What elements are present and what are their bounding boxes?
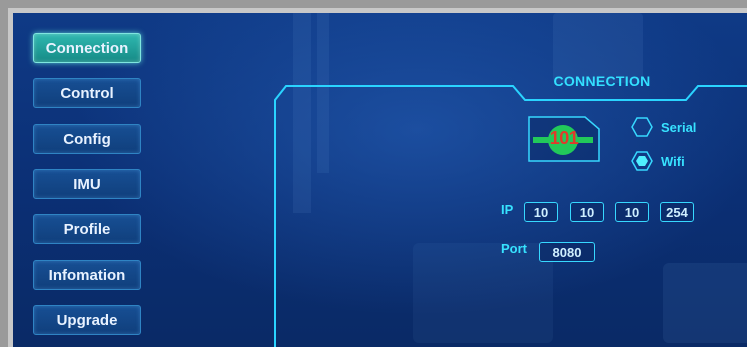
device-logo: 101 (527, 115, 601, 163)
wifi-radio[interactable]: Wifi (631, 151, 685, 171)
connection-panel-frame (274, 85, 747, 347)
ip-octet-3-field[interactable]: 10 (615, 202, 649, 222)
port-field[interactable]: 8080 (539, 242, 595, 262)
serial-radio-icon (631, 117, 653, 137)
wifi-radio-icon (631, 151, 653, 171)
port-label: Port (501, 241, 527, 256)
serial-radio-label: Serial (661, 119, 697, 135)
wifi-radio-label: Wifi (661, 153, 685, 169)
panel-title: CONNECTION (553, 73, 651, 89)
device-logo-text: 101 (549, 128, 579, 148)
serial-radio[interactable]: Serial (631, 117, 696, 137)
ip-label: IP (501, 202, 514, 217)
ip-octet-4-field[interactable]: 254 (660, 202, 694, 222)
ip-octet-1-field[interactable]: 10 (524, 202, 558, 222)
ip-octet-2-field[interactable]: 10 (570, 202, 604, 222)
app-screen: Connection Control Config IMU Profile In… (13, 13, 747, 347)
